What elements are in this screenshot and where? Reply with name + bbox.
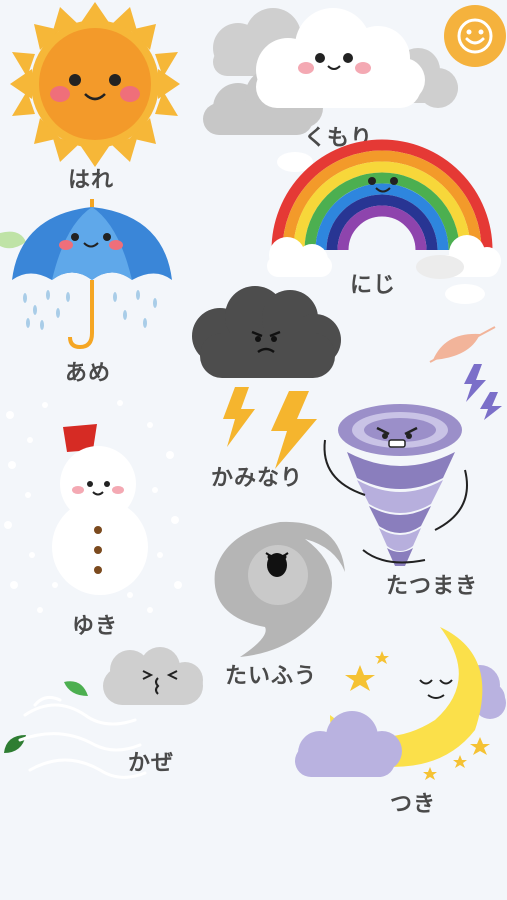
cloudy-item[interactable] — [198, 8, 463, 138]
label-niji: にじ — [350, 273, 397, 298]
cloud-icon — [203, 8, 458, 135]
rainbow-item[interactable] — [262, 139, 502, 285]
snow-item[interactable] — [45, 422, 155, 607]
storm-cloud-icon — [192, 286, 341, 378]
wind-item[interactable] — [15, 645, 210, 795]
feather-decoration — [429, 326, 496, 363]
rain-item[interactable] — [10, 195, 180, 355]
umbrella-icon — [12, 199, 172, 350]
label-tsuki: つき — [390, 792, 437, 817]
lightning-bolt-icon — [223, 387, 317, 469]
label-ame: あめ — [65, 361, 112, 386]
label-kaminari: かみなり — [211, 466, 304, 491]
label-tatsumaki: たつまき — [386, 574, 479, 599]
small-puff-decoration — [445, 284, 485, 304]
moon-icon — [295, 627, 506, 780]
lightning-item[interactable] — [217, 385, 327, 470]
snowman-icon — [52, 424, 148, 595]
smiley-face-icon — [457, 18, 493, 54]
wind-cloud-icon — [18, 647, 203, 779]
rainbow-icon — [267, 139, 501, 279]
moon-item[interactable] — [290, 625, 506, 785]
storm-cloud-item[interactable] — [190, 286, 342, 388]
sun-item[interactable] — [10, 2, 180, 167]
smiley-face-button[interactable] — [444, 5, 506, 67]
sun-icon — [10, 2, 180, 167]
label-kaze: かぜ — [128, 751, 175, 776]
label-yuki: ゆき — [72, 614, 119, 639]
weather-picture-board: はれ くもり にじ あめ かみなり たつまき ゆき たいふう かぜ つき — [0, 0, 507, 900]
label-hare: はれ — [68, 168, 115, 193]
